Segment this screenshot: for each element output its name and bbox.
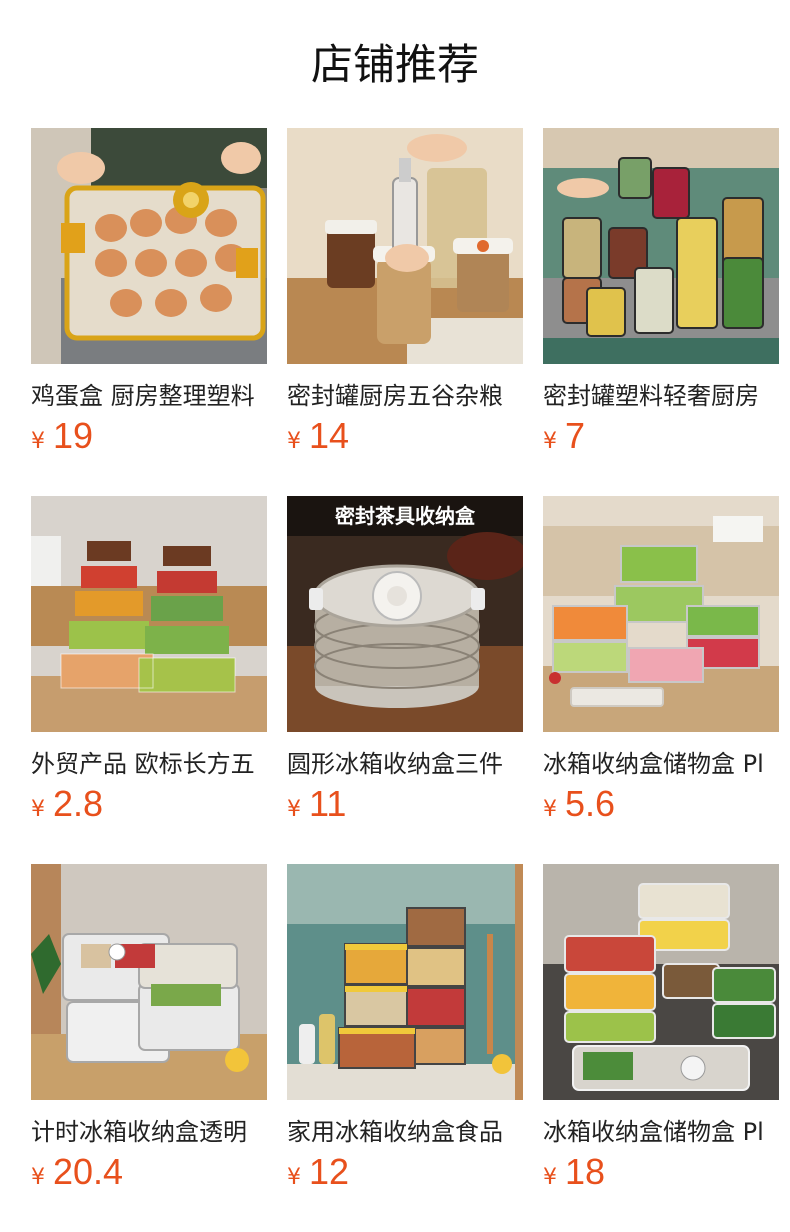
product-image-egg-box[interactable] <box>31 128 267 364</box>
product-name[interactable]: 密封罐厨房五谷杂粮 <box>287 378 523 414</box>
product-image-sealed-jars[interactable] <box>543 128 779 364</box>
page-title: 店铺推荐 <box>310 40 479 89</box>
product-price: ¥20.4 <box>31 1150 123 1194</box>
price-value: 2.8 <box>53 783 104 824</box>
currency-symbol: ¥ <box>287 1165 301 1190</box>
product-name[interactable]: 冰箱收纳盒储物盒 Pl <box>543 1114 779 1150</box>
price-value: 18 <box>565 1151 606 1192</box>
product-name[interactable]: 密封罐塑料轻奢厨房 <box>543 378 779 414</box>
stacked-boxes-photo <box>31 496 267 732</box>
product-name[interactable]: 外贸产品 欧标长方五 <box>31 746 267 782</box>
product-price: ¥5.6 <box>543 782 615 826</box>
product-price: ¥18 <box>543 1150 605 1194</box>
product-image-food-boxes[interactable] <box>287 864 523 1100</box>
product-image-grain-jar[interactable] <box>287 128 523 364</box>
product-card[interactable]: 计时冰箱收纳盒透明 ¥20.4 <box>31 864 267 1204</box>
price-value: 14 <box>309 415 350 456</box>
currency-symbol: ¥ <box>287 797 301 822</box>
product-name[interactable]: 计时冰箱收纳盒透明 <box>31 1114 267 1150</box>
currency-symbol: ¥ <box>543 429 557 454</box>
product-image-fridge-boxes[interactable] <box>543 496 779 732</box>
currency-symbol: ¥ <box>31 429 45 454</box>
price-value: 5.6 <box>565 783 616 824</box>
product-image-round-tea-box[interactable]: 密封茶具收纳盒 <box>287 496 523 732</box>
product-name[interactable]: 鸡蛋盒 厨房整理塑料 <box>31 378 267 414</box>
product-card[interactable]: 鸡蛋盒 厨房整理塑料 ¥19 <box>31 128 267 468</box>
fridge-storage-photo <box>543 864 779 1100</box>
price-value: 19 <box>53 415 94 456</box>
product-name[interactable]: 家用冰箱收纳盒食品 <box>287 1114 523 1150</box>
fridge-boxes-photo <box>543 496 779 732</box>
product-name[interactable]: 冰箱收纳盒储物盒 Pl <box>543 746 779 782</box>
product-card[interactable]: 外贸产品 欧标长方五 ¥2.8 <box>31 496 267 836</box>
product-price: ¥7 <box>543 414 585 458</box>
price-value: 20.4 <box>53 1151 124 1192</box>
food-boxes-photo <box>287 864 523 1100</box>
product-image-fridge-storage[interactable] <box>543 864 779 1100</box>
product-card[interactable]: 密封罐塑料轻奢厨房 ¥7 <box>543 128 779 468</box>
price-value: 7 <box>565 415 586 456</box>
currency-symbol: ¥ <box>543 797 557 822</box>
image-overlay-caption: 密封茶具收纳盒 <box>335 504 475 528</box>
product-price: ¥19 <box>31 414 93 458</box>
egg-box-photo <box>31 128 267 364</box>
currency-symbol: ¥ <box>31 797 45 822</box>
price-value: 11 <box>309 783 347 824</box>
product-card[interactable]: 冰箱收纳盒储物盒 Pl ¥5.6 <box>543 496 779 836</box>
currency-symbol: ¥ <box>287 429 301 454</box>
product-image-stacked-boxes[interactable] <box>31 496 267 732</box>
product-card[interactable]: 密封茶具收纳盒 圆形冰箱收纳盒三件 ¥11 <box>287 496 523 836</box>
timer-boxes-photo <box>31 864 267 1100</box>
product-price: ¥11 <box>287 782 346 826</box>
price-value: 12 <box>309 1151 350 1192</box>
currency-symbol: ¥ <box>543 1165 557 1190</box>
grain-jar-photo <box>287 128 523 364</box>
product-name[interactable]: 圆形冰箱收纳盒三件 <box>287 746 523 782</box>
currency-symbol: ¥ <box>31 1165 45 1190</box>
round-tea-box-photo <box>287 496 523 732</box>
product-card[interactable]: 密封罐厨房五谷杂粮 ¥14 <box>287 128 523 468</box>
product-card[interactable]: 冰箱收纳盒储物盒 Pl ¥18 <box>543 864 779 1204</box>
product-price: ¥2.8 <box>31 782 103 826</box>
sealed-jars-photo <box>543 128 779 364</box>
product-image-timer-boxes[interactable] <box>31 864 267 1100</box>
product-price: ¥14 <box>287 414 349 458</box>
product-card[interactable]: 家用冰箱收纳盒食品 ¥12 <box>287 864 523 1204</box>
product-price: ¥12 <box>287 1150 349 1194</box>
